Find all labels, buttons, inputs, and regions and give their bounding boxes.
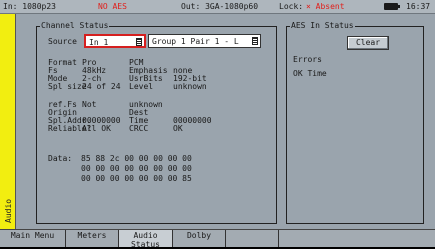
- softkey-label: Audio Status: [131, 231, 160, 249]
- softkey-dolby[interactable]: Dolby: [173, 230, 226, 247]
- battery-icon: [384, 3, 400, 10]
- status-field-0-1: Not: [82, 100, 97, 109]
- aes-status-indicator: NO AES: [98, 2, 127, 11]
- dropdown-scroll-icon: [136, 38, 142, 46]
- softkey-main-menu[interactable]: Main Menu: [0, 230, 66, 247]
- softkey-label: Meters: [77, 231, 107, 240]
- source-select[interactable]: In 1: [84, 34, 146, 48]
- group-pair-value: Group 1 Pair 1 - L: [152, 37, 239, 46]
- group-pair-select[interactable]: Group 1 Pair 1 - L: [148, 34, 261, 48]
- lock-label: Lock:: [279, 2, 304, 11]
- mode-label: Audio: [4, 198, 13, 223]
- channel-status-panel: Channel Status Source In 1 Group 1 Pair …: [36, 21, 277, 224]
- data-label: Data:: [48, 154, 73, 163]
- softkey-blank-5[interactable]: [226, 230, 279, 247]
- dropdown-scroll-icon: [252, 37, 258, 45]
- softkey-label: Main Menu: [10, 231, 55, 240]
- aes-in-status-panel: AES In Status Clear Errors OK Time: [286, 21, 424, 224]
- channel-status-title: Channel Status: [40, 21, 110, 30]
- status-field-3-1: All OK: [82, 124, 111, 133]
- data-line: 85 88 2c 00 00 00 00 00: [81, 154, 192, 163]
- mode-strip: Audio: [0, 14, 16, 229]
- ok-time-label: OK Time: [293, 69, 327, 78]
- status-field-3-3: unknown: [173, 82, 207, 91]
- status-field-3-3: OK: [173, 124, 183, 133]
- data-line: 00 00 00 00 00 00 00 00: [81, 164, 192, 173]
- status-field-3-2: CRCC: [129, 124, 149, 133]
- data-line: 00 00 00 00 00 00 00 85: [81, 174, 192, 183]
- status-field-3-0: Spl size: [48, 82, 87, 91]
- aes-in-status-title: AES In Status: [290, 21, 355, 30]
- status-field-3-2: Level: [129, 82, 154, 91]
- status-bar: In: 1080p23 NO AES Out: 3GA-1080p60 Lock…: [0, 0, 435, 14]
- lock-state: × Absent: [306, 2, 345, 11]
- clear-button[interactable]: Clear: [347, 36, 389, 50]
- softkey-bar: Main Menu Meters Audio Status Dolby: [0, 229, 435, 249]
- clock: 16:37: [406, 2, 431, 11]
- source-label: Source: [48, 37, 77, 46]
- softkey-audio-status[interactable]: Audio Status: [119, 230, 173, 249]
- softkey-meters[interactable]: Meters: [66, 230, 119, 247]
- clear-button-label: Clear: [355, 38, 381, 47]
- status-field-3-1: 24 of 24: [82, 82, 121, 91]
- softkey-blank-6[interactable]: [279, 230, 435, 247]
- input-format: In: 1080p23: [3, 2, 56, 11]
- screen: In: 1080p23 NO AES Out: 3GA-1080p60 Lock…: [0, 0, 435, 249]
- errors-label: Errors: [293, 55, 322, 64]
- source-value: In 1: [89, 38, 109, 47]
- output-format: Out: 3GA-1080p60: [181, 2, 259, 11]
- softkey-label: Dolby: [186, 231, 212, 240]
